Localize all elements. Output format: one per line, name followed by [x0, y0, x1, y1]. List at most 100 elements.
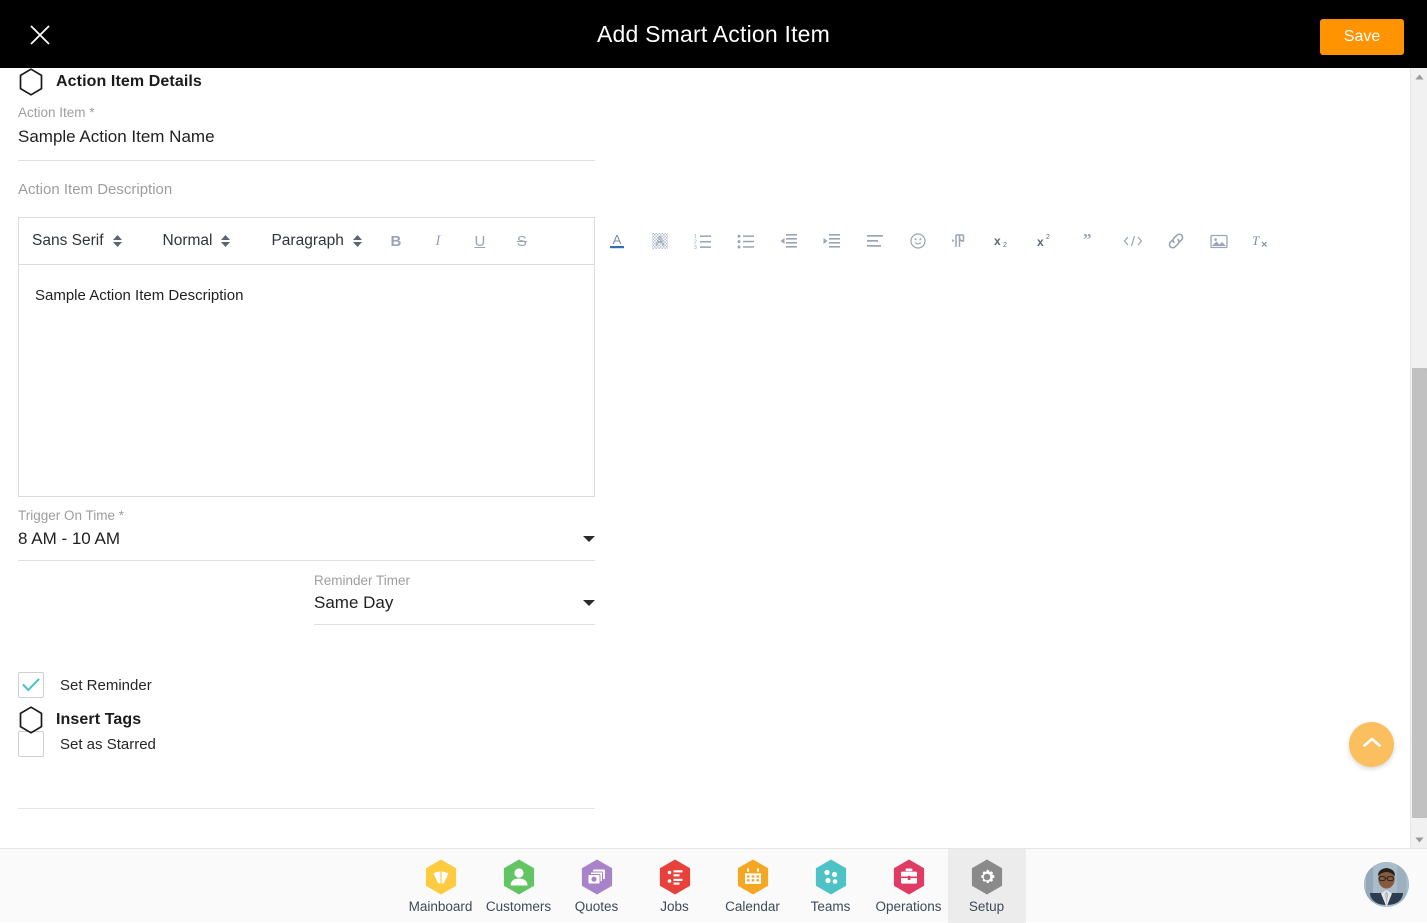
nav-label: Quotes [574, 898, 619, 914]
nav-label: Calendar [725, 898, 780, 914]
nav-label: Setup [968, 898, 1005, 914]
trigger-on-time-value: 8 AM - 10 AM [18, 529, 121, 548]
strikethrough-button[interactable]: S [501, 218, 543, 264]
superscript-icon[interactable]: x 2 [1025, 218, 1068, 264]
clear-formatting-icon[interactable]: T [1240, 218, 1283, 264]
nav-item-teams[interactable]: Teams [792, 849, 870, 923]
section-title: Insert Tags [56, 711, 142, 728]
user-avatar[interactable] [1364, 862, 1409, 907]
action-item-value[interactable]: Sample Action Item Name [18, 127, 595, 160]
underline-button[interactable]: U [459, 218, 501, 264]
image-icon[interactable] [1197, 218, 1240, 264]
nav-label: Mainboard [408, 898, 473, 914]
nav-label: Customers [485, 898, 552, 914]
nav-label: Teams [810, 898, 851, 914]
set-reminder-label: Set Reminder [60, 676, 152, 694]
customers-icon [500, 858, 538, 896]
operations-icon [890, 858, 928, 896]
nav-item-calendar[interactable]: Calendar [714, 849, 792, 923]
subscript-icon[interactable]: x 2 [982, 218, 1025, 264]
set-reminder-row[interactable]: Set Reminder [18, 672, 152, 698]
text-direction-icon[interactable] [939, 218, 982, 264]
chevron-down-icon[interactable] [583, 600, 595, 606]
hexagon-outline-icon [18, 706, 44, 734]
svg-text:T: T [1252, 233, 1260, 248]
quotes-icon [578, 858, 616, 896]
trigger-on-time-label: Trigger On Time * [18, 508, 125, 523]
font-family-value: Sans Serif [32, 232, 104, 249]
nav-label: Jobs [660, 898, 689, 914]
chevron-up-icon [1362, 736, 1382, 754]
svg-text:”: ” [1083, 233, 1092, 249]
chevron-updown-icon [352, 235, 362, 247]
svg-text:x: x [1037, 235, 1044, 249]
font-size-value: Normal [162, 232, 213, 249]
nav-item-jobs[interactable]: Jobs [636, 849, 714, 923]
close-icon [28, 23, 52, 47]
scrollbar-thumb[interactable] [1412, 368, 1427, 818]
reminder-timer-field[interactable]: Reminder Timer Same Day [314, 573, 595, 625]
section-header-insert-tags[interactable]: Insert Tags [18, 706, 141, 734]
bullet-list-icon[interactable] [724, 218, 767, 264]
chevron-updown-icon [221, 235, 231, 247]
editor-toolbar: Sans Serif Normal Paragraph B I U S [18, 217, 595, 265]
vertical-scrollbar[interactable] [1410, 68, 1427, 848]
action-item-field[interactable]: Action Item * Sample Action Item Name [18, 105, 595, 161]
setup-icon [968, 858, 1006, 896]
editor-toolbar-overflow: A A 1 2 3 x 2 x 2 ” T [595, 217, 1295, 265]
description-editor: Sans Serif Normal Paragraph B I U S Samp… [18, 217, 595, 497]
nav-item-quotes[interactable]: Quotes [558, 849, 636, 923]
reminder-timer-value: Same Day [314, 593, 394, 612]
scrollbar-up-arrow[interactable] [1411, 68, 1427, 85]
bottom-navigation-bar: Mainboard Customers Quotes Jobs Calendar… [0, 848, 1427, 923]
calendar-icon [734, 858, 772, 896]
page-title: Add Smart Action Item [596, 20, 831, 47]
nav-label: Operations [875, 898, 942, 914]
svg-text:A: A [612, 232, 621, 247]
link-icon[interactable] [1154, 218, 1197, 264]
background-color-icon[interactable]: A [638, 218, 681, 264]
svg-text:A: A [655, 234, 663, 248]
description-input[interactable]: Sample Action Item Description [18, 265, 595, 497]
blockquote-icon[interactable]: ” [1068, 218, 1111, 264]
font-family-select[interactable]: Sans Serif [19, 218, 135, 264]
check-icon [22, 678, 40, 692]
action-item-description-label: Action Item Description [18, 181, 173, 198]
svg-text:2: 2 [1003, 242, 1007, 249]
svg-text:3: 3 [694, 245, 697, 249]
section-header-action-item-details: Action Item Details [18, 68, 202, 96]
nav-item-setup[interactable]: Setup [947, 848, 1026, 923]
chevron-down-icon[interactable] [583, 536, 595, 542]
set-as-starred-row[interactable]: Set as Starred [18, 731, 156, 757]
hexagon-outline-icon [18, 68, 44, 96]
action-item-label: Action Item * [18, 105, 95, 120]
ordered-list-icon[interactable]: 1 2 3 [681, 218, 724, 264]
chevron-updown-icon [112, 235, 122, 247]
font-size-select[interactable]: Normal [135, 218, 244, 264]
set-reminder-checkbox[interactable] [18, 672, 44, 698]
text-color-icon[interactable]: A [595, 218, 638, 264]
save-button[interactable]: Save [1320, 19, 1404, 55]
scrollbar-down-arrow[interactable] [1411, 831, 1427, 848]
set-as-starred-checkbox[interactable] [18, 731, 44, 757]
svg-text:2: 2 [1046, 234, 1050, 241]
close-button[interactable] [22, 17, 58, 53]
trigger-on-time-field[interactable]: Trigger On Time * 8 AM - 10 AM [18, 508, 595, 561]
jobs-icon [656, 858, 694, 896]
bold-button[interactable]: B [375, 218, 417, 264]
top-bar: Add Smart Action Item Save [0, 0, 1427, 68]
svg-text:x: x [994, 234, 1001, 248]
emoji-icon[interactable] [896, 218, 939, 264]
indent-icon[interactable] [810, 218, 853, 264]
section-title: Action Item Details [56, 73, 202, 90]
italic-button[interactable]: I [417, 218, 459, 264]
nav-item-operations[interactable]: Operations [870, 849, 948, 923]
block-format-select[interactable]: Paragraph [243, 218, 374, 264]
teams-icon [812, 858, 850, 896]
align-icon[interactable] [853, 218, 896, 264]
nav-item-customers[interactable]: Customers [480, 849, 558, 923]
nav-item-mainboard[interactable]: Mainboard [402, 849, 480, 923]
code-block-icon[interactable] [1111, 218, 1154, 264]
scroll-to-top-button[interactable] [1349, 722, 1394, 767]
outdent-icon[interactable] [767, 218, 810, 264]
